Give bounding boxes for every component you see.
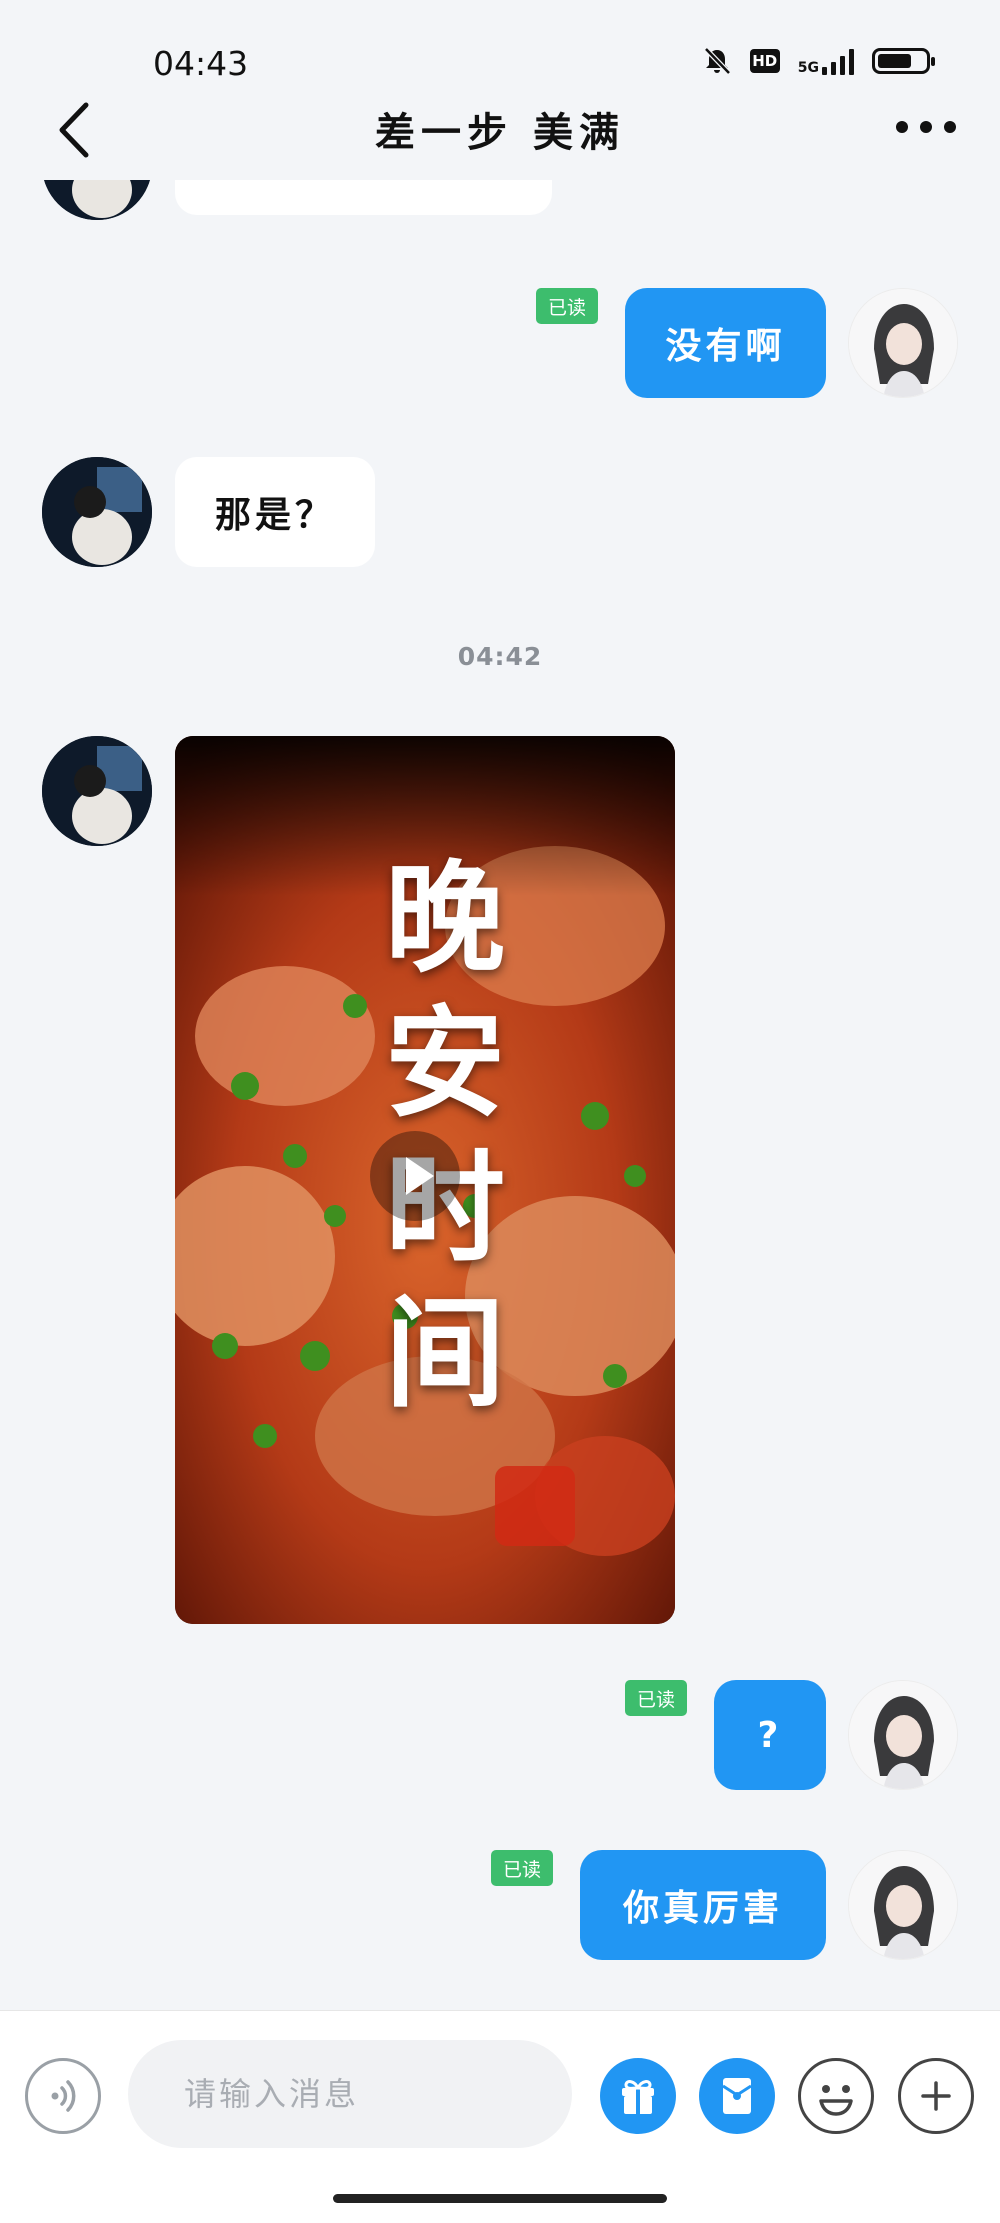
emoji-button[interactable]: [798, 2058, 874, 2134]
battery-fill: [878, 54, 911, 68]
my-avatar[interactable]: [848, 288, 958, 398]
battery-icon: [872, 48, 935, 74]
voice-button[interactable]: [25, 2058, 101, 2134]
message-bubble-received[interactable]: 那是？: [175, 457, 375, 567]
chat-area[interactable]: 已读 没有啊 那是？ 04:42 晚安时间 已读 ? 已读 你真厉害: [0, 180, 1000, 2010]
status-time: 04:43: [153, 44, 249, 83]
more-dot: [896, 121, 908, 133]
contact-avatar[interactable]: [42, 180, 152, 220]
gift-icon: [622, 2080, 654, 2114]
message-bubble-sent[interactable]: 没有啊: [625, 288, 826, 398]
status-icons: HD 5G: [702, 46, 935, 76]
network-label: 5G: [797, 60, 819, 76]
plus-icon: [921, 2081, 951, 2111]
my-avatar[interactable]: [848, 1680, 958, 1790]
more-dot: [920, 121, 932, 133]
message-bubble-partial[interactable]: [175, 180, 552, 215]
emoji-icon: [819, 2085, 853, 2116]
red-packet-icon: [722, 2078, 752, 2114]
home-indicator[interactable]: [333, 2194, 667, 2203]
gift-button[interactable]: [600, 2058, 676, 2134]
video-message[interactable]: 晚安时间: [175, 736, 675, 1624]
chat-title: 差一步 美满: [375, 110, 625, 156]
5g-signal-icon: 5G: [798, 47, 854, 75]
contact-avatar[interactable]: [42, 736, 152, 846]
contact-avatar[interactable]: [42, 457, 152, 567]
message-bubble-sent[interactable]: 你真厉害: [580, 1850, 826, 1960]
voice-icon: [51, 2080, 76, 2112]
read-status-tag: 已读: [536, 288, 599, 324]
time-divider: 04:42: [457, 642, 543, 671]
more-dot: [944, 121, 956, 133]
mute-bell-icon: [703, 47, 731, 75]
my-avatar[interactable]: [848, 1850, 958, 1960]
read-status-tag: 已读: [491, 1850, 554, 1886]
read-status-tag: 已读: [625, 1680, 688, 1716]
more-options-button[interactable]: [896, 112, 956, 142]
message-bubble-sent[interactable]: ?: [714, 1680, 826, 1790]
play-icon[interactable]: [370, 1131, 460, 1221]
plus-button[interactable]: [898, 2058, 974, 2134]
hd-icon: HD: [749, 49, 780, 73]
message-input[interactable]: [128, 2040, 572, 2148]
red-packet-button[interactable]: [699, 2058, 775, 2134]
